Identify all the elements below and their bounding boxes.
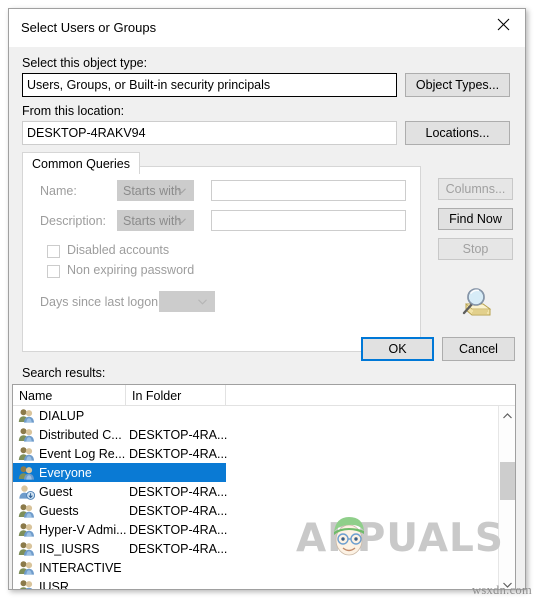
row-name-cell: Guests	[18, 503, 79, 519]
row-name-cell: IIS_IUSRS	[18, 541, 99, 557]
search-results-listview[interactable]: Name In Folder DIALUP Distributed C... DES…	[12, 384, 516, 590]
listview-row[interactable]: DIALUP	[13, 406, 515, 425]
row-name-text: DIALUP	[39, 408, 85, 423]
scroll-up-button[interactable]	[499, 406, 515, 424]
listview-row[interactable]: Everyone	[13, 463, 226, 482]
row-name-text: IUSR	[39, 579, 69, 590]
listview-header: Name In Folder	[13, 385, 515, 406]
column-header-in-folder[interactable]: In Folder	[126, 385, 226, 406]
description-label: Description:	[40, 214, 106, 228]
row-name-cell: Everyone	[18, 465, 92, 481]
days-since-last-logon-combo[interactable]	[159, 291, 215, 312]
chevron-up-icon	[503, 406, 512, 424]
name-label: Name:	[40, 184, 77, 198]
listview-row[interactable]: IUSR	[13, 577, 515, 590]
group-icon	[18, 503, 39, 519]
row-name-text: Distributed C...	[39, 427, 122, 442]
group-icon	[18, 465, 39, 481]
row-folder-cell: DESKTOP-4RA...	[129, 446, 228, 461]
description-operator-value: Starts with	[123, 213, 182, 228]
days-since-last-logon-label: Days since last logon:	[40, 295, 162, 309]
listview-row[interactable]: Guest DESKTOP-4RA...	[13, 482, 515, 501]
description-value-input[interactable]	[211, 210, 406, 231]
group-icon	[18, 408, 39, 424]
name-value-input[interactable]	[211, 180, 406, 201]
row-name-text: Guest	[39, 484, 73, 499]
row-folder-cell: DESKTOP-4RA...	[129, 484, 228, 499]
row-name-cell: Guest	[18, 484, 72, 500]
magnifier-folder-icon	[456, 285, 496, 324]
disabled-accounts-checkbox[interactable]	[47, 245, 60, 258]
group-icon	[18, 427, 39, 443]
row-name-text: Event Log Re...	[39, 446, 126, 461]
listview-row[interactable]: Hyper-V Admi... DESKTOP-4RA...	[13, 520, 515, 539]
title-bar: Select Users or Groups	[9, 9, 525, 47]
column-header-name[interactable]: Name	[13, 385, 126, 406]
group-icon	[18, 446, 39, 462]
object-type-label: Select this object type:	[22, 56, 148, 70]
group-icon	[18, 522, 39, 538]
select-users-or-groups-dialog: Select Users or Groups Select this objec…	[8, 8, 526, 590]
tab-common-queries[interactable]: Common Queries	[22, 152, 140, 174]
row-name-text: Hyper-V Admi...	[39, 522, 127, 537]
chevron-down-icon	[198, 294, 207, 308]
non-expiring-password-checkbox[interactable]	[47, 265, 60, 278]
listview-row[interactable]: Event Log Re... DESKTOP-4RA...	[13, 444, 515, 463]
columns-button[interactable]: Columns...	[438, 178, 513, 200]
find-now-button[interactable]: Find Now	[438, 208, 513, 230]
non-expiring-password-label: Non expiring password	[67, 263, 195, 277]
listview-row[interactable]: IIS_IUSRS DESKTOP-4RA...	[13, 539, 515, 558]
row-name-cell: DIALUP	[18, 408, 84, 424]
group-icon	[18, 579, 39, 589]
stop-button[interactable]: Stop	[438, 238, 513, 260]
row-folder-cell: DESKTOP-4RA...	[129, 541, 228, 556]
window-title: Select Users or Groups	[21, 20, 157, 35]
row-name-text: Everyone	[39, 465, 92, 480]
row-name-cell: INTERACTIVE	[18, 560, 122, 576]
group-icon	[18, 560, 39, 576]
user-icon	[18, 484, 39, 500]
scrollbar-thumb[interactable]	[500, 462, 515, 500]
row-folder-cell: DESKTOP-4RA...	[129, 427, 228, 442]
row-name-cell: Hyper-V Admi...	[18, 522, 127, 538]
locations-button[interactable]: Locations...	[405, 121, 510, 145]
listview-scrollbar[interactable]	[498, 406, 515, 589]
listview-row[interactable]: INTERACTIVE	[13, 558, 515, 577]
close-button[interactable]	[481, 9, 525, 39]
search-results-label: Search results:	[22, 366, 106, 380]
description-operator-combo[interactable]: Starts with	[117, 210, 194, 231]
name-operator-value: Starts with	[123, 183, 182, 198]
from-location-label: From this location:	[22, 104, 125, 118]
row-name-text: INTERACTIVE	[39, 560, 122, 575]
object-types-button[interactable]: Object Types...	[405, 73, 510, 97]
dialog-client-area: Select this object type: Users, Groups, …	[9, 47, 525, 590]
object-type-field[interactable]: Users, Groups, or Built-in security prin…	[22, 73, 397, 97]
row-name-cell: Distributed C...	[18, 427, 122, 443]
disabled-accounts-label: Disabled accounts	[67, 243, 170, 257]
row-name-cell: Event Log Re...	[18, 446, 125, 462]
common-queries-panel: Name: Starts with Description: Starts wi…	[22, 166, 421, 352]
close-icon	[497, 18, 510, 31]
row-name-text: Guests	[39, 503, 79, 518]
ok-button[interactable]: OK	[361, 337, 434, 361]
row-folder-cell: DESKTOP-4RA...	[129, 522, 228, 537]
row-name-text: IIS_IUSRS	[39, 541, 100, 556]
row-folder-cell: DESKTOP-4RA...	[129, 503, 228, 518]
group-icon	[18, 541, 39, 557]
chevron-down-icon	[177, 183, 186, 197]
source-site-watermark: wsxdn.com	[472, 583, 532, 597]
cancel-button[interactable]: Cancel	[442, 337, 515, 361]
listview-row[interactable]: Guests DESKTOP-4RA...	[13, 501, 515, 520]
name-operator-combo[interactable]: Starts with	[117, 180, 194, 201]
listview-row[interactable]: Distributed C... DESKTOP-4RA...	[13, 425, 515, 444]
from-location-field[interactable]: DESKTOP-4RAKV94	[22, 121, 397, 145]
row-name-cell: IUSR	[18, 579, 69, 590]
chevron-down-icon	[177, 213, 186, 227]
